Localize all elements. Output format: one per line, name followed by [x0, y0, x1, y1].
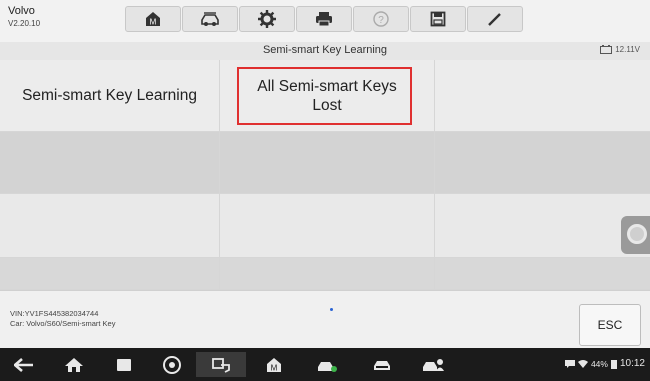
- settings-gear-icon: [258, 10, 276, 28]
- vehicle-swap-button[interactable]: [182, 6, 238, 32]
- menu-item-empty: [0, 132, 220, 193]
- message-icon: [564, 359, 575, 368]
- save-icon: [430, 11, 446, 27]
- menu-item-empty: [220, 194, 435, 257]
- print-button[interactable]: [296, 6, 352, 32]
- menu-item-empty: [0, 258, 220, 289]
- vehicle-diagnostics-app-button[interactable]: [315, 354, 339, 375]
- device-battery-icon: [610, 359, 617, 369]
- remote-control-icon: [212, 357, 230, 373]
- menu-item-empty: [435, 258, 650, 289]
- wifi-icon: [577, 359, 588, 368]
- svg-text:?: ?: [378, 15, 384, 26]
- app-version: V2.20.10: [8, 19, 41, 28]
- chrome-app-button[interactable]: [160, 354, 184, 375]
- svg-text:M: M: [150, 18, 157, 27]
- clock: 10:12: [619, 358, 645, 369]
- car-with-indicator-icon: [318, 361, 337, 372]
- menu-row: [0, 194, 650, 258]
- menu-item-empty: [0, 194, 220, 257]
- function-menu: Semi-smart Key Learning All Semi-smart K…: [0, 60, 650, 290]
- menu-item-empty: [435, 60, 650, 131]
- menu-item-empty: [435, 132, 650, 193]
- back-arrow-icon: [14, 357, 33, 372]
- remote-expert-app-button[interactable]: [421, 354, 445, 375]
- recent-apps-icon: [117, 358, 131, 371]
- recent-apps-button[interactable]: [112, 354, 136, 375]
- battery-voltage-text: 12.11V: [615, 45, 640, 54]
- menu-row: [0, 132, 650, 194]
- page-indicator-dot: [330, 308, 333, 311]
- esc-button[interactable]: ESC: [579, 304, 641, 346]
- menu-item-empty: [220, 132, 435, 193]
- back-button[interactable]: [12, 354, 36, 375]
- car-path-text: Car: Volvo/S60/Semi-smart Key: [10, 319, 116, 328]
- help-icon: ?: [373, 11, 389, 27]
- edit-button[interactable]: [467, 6, 523, 32]
- settings-button[interactable]: [239, 6, 295, 32]
- menu-item-empty: [435, 194, 650, 257]
- android-home-icon: [65, 357, 83, 372]
- assistive-circle-icon: [627, 224, 647, 244]
- vehicle-info-bar: VIN:YV1FS445382034744 Car: Volvo/S60/Sem…: [0, 290, 650, 349]
- home-nav-button[interactable]: [62, 354, 86, 375]
- save-button[interactable]: [410, 6, 466, 32]
- car-person-icon: [423, 358, 444, 371]
- menu-item-empty: [220, 258, 435, 289]
- vehicle-swap-icon: [201, 12, 219, 26]
- status-area: 44% 10:12: [564, 358, 645, 369]
- menu-row: [0, 258, 650, 290]
- floating-assistive-button[interactable]: [621, 216, 650, 254]
- vehicle-app-button[interactable]: [370, 354, 394, 375]
- edit-icon: [488, 13, 501, 26]
- print-icon: [316, 12, 332, 27]
- home-button[interactable]: M: [125, 6, 181, 32]
- help-button[interactable]: ?: [353, 6, 409, 32]
- car-icon: [374, 360, 390, 370]
- vin-text: VIN:YV1FS445382034744: [10, 309, 99, 318]
- battery-voltage: 12.11V: [600, 45, 640, 54]
- maxisys-home-icon: M: [267, 357, 281, 372]
- app-name: Volvo: [8, 5, 35, 17]
- subtitle-bar: Semi-smart Key Learning 12.11V: [0, 42, 650, 61]
- selection-highlight: [237, 67, 412, 125]
- svg-text:M: M: [271, 363, 278, 372]
- remote-control-app-button[interactable]: [196, 352, 246, 377]
- vehicle-info: VIN:YV1FS445382034744 Car: Volvo/S60/Sem…: [10, 309, 115, 329]
- battery-percent: 44%: [590, 358, 608, 369]
- android-navigation-bar: M 44% 10:12: [0, 348, 650, 381]
- battery-icon: [600, 45, 613, 54]
- maxisys-home-app-button[interactable]: M: [262, 354, 286, 375]
- page-title: Semi-smart Key Learning: [262, 44, 388, 56]
- home-icon: M: [146, 12, 160, 27]
- menu-item-semi-smart-key-learning[interactable]: Semi-smart Key Learning: [0, 60, 220, 131]
- top-toolbar: Volvo V2.20.10 M ?: [0, 0, 650, 43]
- chrome-icon: [163, 355, 181, 374]
